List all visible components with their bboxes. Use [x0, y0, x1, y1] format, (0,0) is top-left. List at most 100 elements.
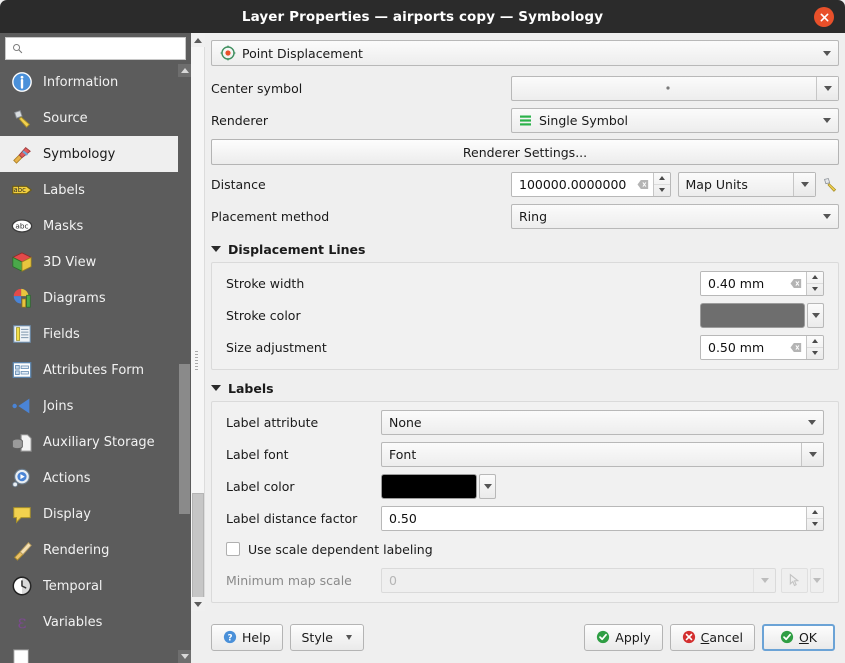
distance-label: Distance — [211, 177, 511, 192]
search-box[interactable] — [5, 37, 186, 60]
sidebar-item-auxiliary-storage[interactable]: Auxiliary Storage — [0, 424, 191, 460]
labels-group-header[interactable]: Labels — [211, 375, 839, 401]
chevron-down-icon[interactable] — [816, 205, 838, 228]
close-icon[interactable] — [814, 7, 834, 27]
stroke-width-value[interactable]: 0.40 mm — [701, 272, 786, 295]
sidebar-item-joins[interactable]: Joins — [0, 388, 191, 424]
sidebar-scroll-up-icon[interactable] — [178, 64, 191, 77]
main-scroll-up-icon[interactable] — [191, 33, 205, 47]
chevron-down-icon[interactable] — [816, 41, 838, 65]
sidebar-item-label: Temporal — [43, 579, 103, 594]
stepper-up-icon[interactable] — [654, 173, 670, 184]
cursor-pick-icon — [781, 568, 808, 593]
size-adjustment-value[interactable]: 0.50 mm — [701, 336, 786, 359]
close-glyph — [820, 13, 829, 22]
labels-group-title: Labels — [228, 381, 274, 396]
label-distance-factor-value[interactable]: 0.50 — [382, 507, 806, 530]
main-scroll-thumb[interactable] — [192, 493, 204, 603]
ok-button[interactable]: OK — [762, 624, 835, 651]
chevron-down-icon[interactable] — [479, 474, 496, 499]
displacement-lines-group-header[interactable]: Displacement Lines — [211, 236, 839, 262]
renderer-combo[interactable]: Single Symbol — [511, 108, 839, 133]
stroke-width-spinbox[interactable]: 0.40 mm — [700, 271, 824, 296]
minimum-map-scale-combo: 0 — [381, 568, 776, 593]
label-font-combo[interactable]: Font — [381, 442, 824, 467]
label-distance-factor-spinbox[interactable]: 0.50 — [381, 506, 824, 531]
stroke-width-stepper[interactable] — [806, 272, 823, 295]
sidebar-scroll-down-icon[interactable] — [178, 650, 191, 663]
chevron-down-icon[interactable] — [816, 109, 838, 132]
clear-icon[interactable] — [786, 272, 806, 295]
size-adjustment-spinbox[interactable]: 0.50 mm — [700, 335, 824, 360]
stroke-color-swatch[interactable] — [700, 303, 805, 328]
chevron-down-icon[interactable] — [346, 635, 352, 640]
distance-stepper[interactable] — [653, 173, 670, 196]
sidebar-item-rendering[interactable]: Rendering — [0, 532, 191, 568]
stepper-up-icon[interactable] — [807, 272, 823, 283]
minimum-map-scale-label: Minimum map scale — [226, 573, 381, 588]
sidebar-item-labels[interactable]: abc Labels — [0, 172, 191, 208]
chevron-down-icon[interactable] — [807, 303, 824, 328]
clock-icon — [10, 574, 34, 598]
main-scrollbar[interactable] — [191, 33, 205, 611]
sidebar-item-information[interactable]: Information — [0, 64, 191, 100]
sidebar-item-temporal[interactable]: Temporal — [0, 568, 191, 604]
size-adjustment-row: Size adjustment 0.50 mm — [226, 331, 824, 363]
chevron-down-icon[interactable] — [211, 385, 221, 391]
label-font-label: Label font — [226, 447, 381, 462]
apply-button[interactable]: Apply — [584, 624, 662, 651]
sidebar-item-symbology[interactable]: Symbology — [0, 136, 191, 172]
size-adjustment-stepper[interactable] — [806, 336, 823, 359]
sidebar-item-attributes-form[interactable]: Attributes Form — [0, 352, 191, 388]
sidebar-item-display[interactable]: Display — [0, 496, 191, 532]
chevron-down-icon[interactable] — [816, 77, 838, 100]
center-symbol-combo[interactable] — [511, 76, 839, 101]
stepper-up-icon[interactable] — [807, 336, 823, 347]
sidebar-item-partial[interactable] — [0, 640, 191, 663]
stepper-down-icon[interactable] — [807, 283, 823, 295]
chevron-down-icon[interactable] — [801, 411, 823, 434]
distance-unit-combo[interactable]: Map Units — [678, 172, 816, 197]
stepper-up-icon[interactable] — [807, 507, 823, 518]
stepper-down-icon[interactable] — [807, 347, 823, 359]
splitter-grip[interactable] — [195, 351, 198, 371]
sidebar-scrollbar[interactable] — [178, 64, 191, 663]
label-color-button[interactable] — [381, 474, 496, 499]
main-scroll-down-icon[interactable] — [191, 597, 205, 611]
style-button[interactable]: Style — [290, 624, 364, 651]
cancel-button[interactable]: Cancel — [670, 624, 755, 651]
chevron-down-icon[interactable] — [211, 246, 221, 252]
sidebar-item-source[interactable]: Source — [0, 100, 191, 136]
stepper-down-icon[interactable] — [654, 184, 670, 196]
placement-method-combo[interactable]: Ring — [511, 204, 839, 229]
renderer-row: Renderer Single Symbol — [211, 104, 839, 136]
chevron-down-icon[interactable] — [793, 173, 815, 196]
sidebar-item-actions[interactable]: Actions — [0, 460, 191, 496]
renderer-settings-button[interactable]: Renderer Settings... — [211, 139, 839, 165]
label-color-swatch[interactable] — [381, 474, 477, 499]
sidebar-item-diagrams[interactable]: Diagrams — [0, 280, 191, 316]
sidebar-scroll-thumb[interactable] — [179, 364, 190, 514]
sidebar-item-masks[interactable]: abc Masks — [0, 208, 191, 244]
sidebar-item-variables[interactable]: ɛ Variables — [0, 604, 191, 640]
sidebar-item-label: Attributes Form — [43, 363, 144, 378]
clear-icon[interactable] — [786, 336, 806, 359]
stroke-color-button[interactable] — [700, 303, 824, 328]
sidebar-item-fields[interactable]: Fields — [0, 316, 191, 352]
clear-icon[interactable] — [633, 173, 653, 196]
label-distance-factor-row: Label distance factor 0.50 — [226, 502, 824, 534]
chevron-down-icon[interactable] — [801, 443, 823, 466]
label-attribute-combo[interactable]: None — [381, 410, 824, 435]
renderer-type-combo[interactable]: Point Displacement — [211, 40, 839, 66]
distance-value[interactable]: 100000.0000000 — [512, 173, 633, 196]
data-defined-override-icon[interactable] — [822, 176, 839, 193]
label-distance-factor-stepper[interactable] — [806, 507, 823, 530]
joins-icon — [10, 394, 34, 418]
use-scale-dependent-checkbox[interactable] — [226, 542, 240, 556]
apply-label: Apply — [615, 630, 650, 645]
search-input[interactable] — [28, 42, 179, 56]
help-button[interactable]: ? Help — [211, 624, 283, 651]
stepper-down-icon[interactable] — [807, 518, 823, 530]
sidebar-item-3d-view[interactable]: 3D View — [0, 244, 191, 280]
distance-spinbox[interactable]: 100000.0000000 — [511, 172, 671, 197]
